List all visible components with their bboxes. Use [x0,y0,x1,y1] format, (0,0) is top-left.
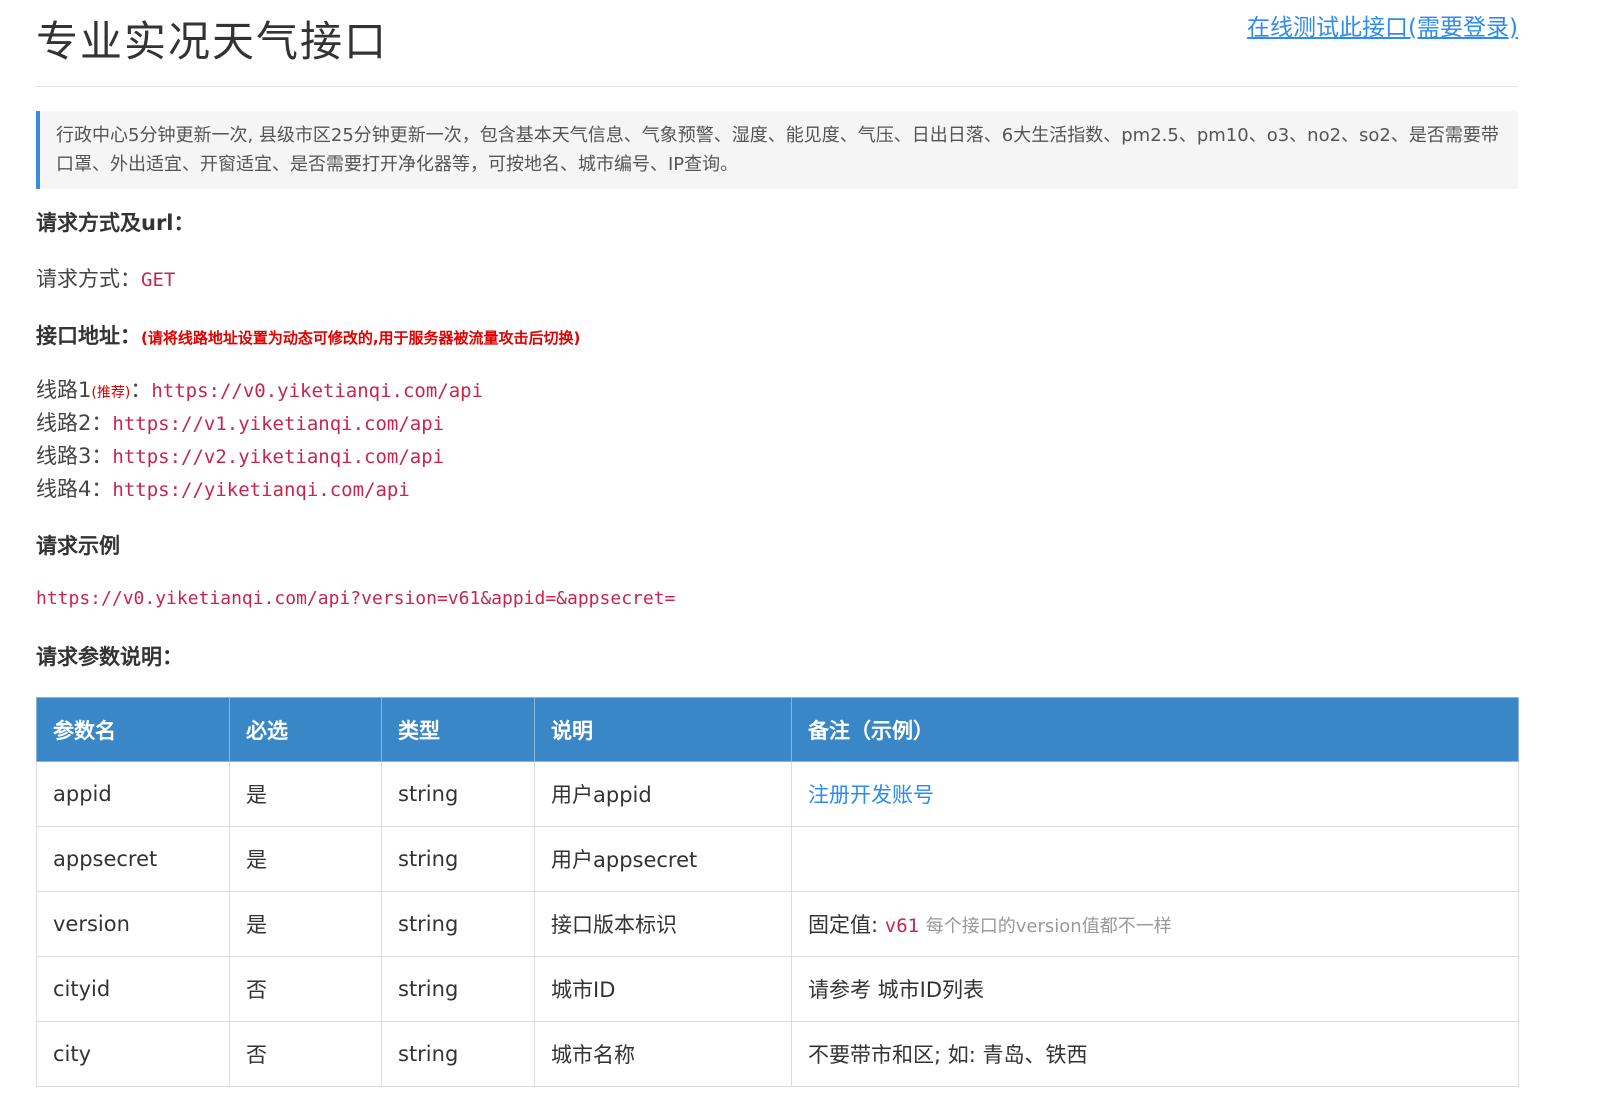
param-remark: 不要带市和区; 如: 青岛、铁西 [791,1021,1519,1087]
api-address-notice: (请将线路地址设置为动态可修改的,用于服务器被流量攻击后切换) [141,329,581,347]
param-desc: 城市ID [534,956,792,1022]
param-type: string [381,1021,535,1087]
table-row: appsecret 是 string 用户appsecret [36,826,1519,892]
request-example-heading: 请求示例 [36,534,120,558]
param-remark: 注册开发账号 [791,761,1519,827]
route-label: 线路4 [36,477,92,501]
route-label: 线路2 [36,411,92,435]
column-header: 说明 [534,697,792,762]
remark-prefix: 固定值: [808,913,885,937]
param-name: appsecret [36,826,230,892]
route-separator: ： [91,411,113,435]
route-item: 线路4：https://yiketianqi.com/api [36,473,483,506]
recommended-tag: (推荐) [91,385,131,401]
route-item: 线路3：https://v2.yiketianqi.com/api [36,440,483,473]
param-remark: 固定值: v61 每个接口的version值都不一样 [791,891,1519,957]
param-name: appid [36,761,230,827]
table-row: cityid 否 string 城市ID 请参考 城市ID列表 [36,956,1519,1022]
page-header: 专业实况天气接口 在线测试此接口(需要登录) [36,0,1518,87]
param-desc: 用户appsecret [534,826,792,892]
route-url[interactable]: https://yiketianqi.com/api [112,479,409,501]
remark-note: 每个接口的version值都不一样 [925,916,1172,937]
request-example-url[interactable]: https://v0.yiketianqi.com/api?version=v6… [36,588,675,609]
route-label: 线路3 [36,444,92,468]
request-method-value: GET [141,269,176,291]
param-type: string [381,956,535,1022]
param-remark [791,826,1519,892]
route-separator: ： [91,444,113,468]
param-type: string [381,826,535,892]
register-developer-link[interactable]: 注册开发账号 [808,783,934,807]
route-item: 线路2：https://v1.yiketianqi.com/api [36,407,483,440]
param-type: string [381,761,535,827]
column-header: 备注（示例） [791,697,1519,762]
page-container: 专业实况天气接口 在线测试此接口(需要登录) 行政中心5分钟更新一次, 县级市区… [36,0,1518,669]
online-test-link[interactable]: 在线测试此接口(需要登录) [1247,8,1518,42]
request-method-label: 请求方式： [36,267,141,291]
param-required: 是 [229,826,382,892]
route-list: 线路1(推荐)：https://v0.yiketianqi.com/api 线路… [36,374,483,506]
param-desc: 城市名称 [534,1021,792,1087]
table-row: appid 是 string 用户appid 注册开发账号 [36,761,1519,827]
column-header: 必选 [229,697,382,762]
param-name: city [36,1021,230,1087]
request-method-line: 请求方式：GET [36,263,175,293]
table-header-row: 参数名 必选 类型 说明 备注（示例） [36,697,1519,762]
version-value: v61 [884,915,920,937]
route-url[interactable]: https://v2.yiketianqi.com/api [112,446,444,468]
param-required: 否 [229,956,382,1022]
param-desc: 接口版本标识 [534,891,792,957]
param-required: 是 [229,891,382,957]
api-address-line: 接口地址：(请将线路地址设置为动态可修改的,用于服务器被流量攻击后切换) [36,320,580,350]
table-row: city 否 string 城市名称 不要带市和区; 如: 青岛、铁西 [36,1021,1519,1087]
page-title: 专业实况天气接口 [36,17,389,66]
column-header: 类型 [381,697,535,762]
route-item: 线路1(推荐)：https://v0.yiketianqi.com/api [36,374,483,407]
route-url[interactable]: https://v1.yiketianqi.com/api [112,413,444,435]
column-header: 参数名 [36,697,230,762]
params-table: 参数名 必选 类型 说明 备注（示例） appid 是 string 用户app… [36,697,1519,1087]
param-required: 是 [229,761,382,827]
param-desc: 用户appid [534,761,792,827]
api-address-label: 接口地址： [36,324,141,348]
params-heading: 请求参数说明： [36,645,183,669]
route-separator: ： [130,378,152,402]
api-description: 行政中心5分钟更新一次, 县级市区25分钟更新一次，包含基本天气信息、气象预警、… [36,111,1518,189]
param-type: string [381,891,535,957]
param-remark: 请参考 城市ID列表 [791,956,1519,1022]
route-label: 线路1 [36,378,92,402]
param-required: 否 [229,1021,382,1087]
route-separator: ： [91,477,113,501]
param-name: cityid [36,956,230,1022]
table-row: version 是 string 接口版本标识 固定值: v61 每个接口的ve… [36,891,1519,957]
request-method-heading: 请求方式及url： [36,211,195,235]
param-name: version [36,891,230,957]
route-url[interactable]: https://v0.yiketianqi.com/api [151,380,483,402]
